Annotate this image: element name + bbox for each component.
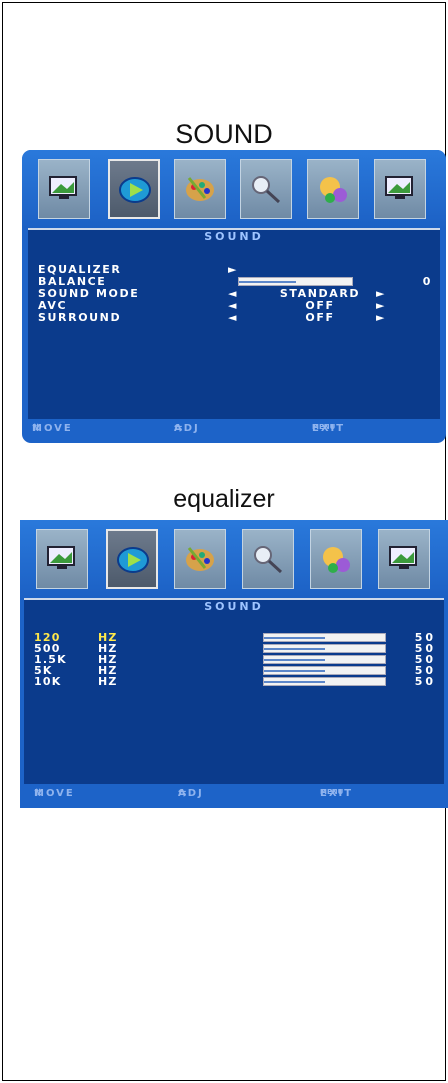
magnifier-icon[interactable] <box>240 159 292 219</box>
band-fill <box>264 648 325 650</box>
band-fill <box>264 670 325 672</box>
sound-panel: SOUND EQUALIZER ► BALANCE 0 SOUND MODE ◄… <box>28 228 440 419</box>
balance-fill <box>239 281 296 283</box>
balance-value: 0 <box>422 275 432 288</box>
palette-icon[interactable] <box>174 529 226 589</box>
sound-osd-screen: SOUND EQUALIZER ► BALANCE 0 SOUND MODE ◄… <box>22 150 446 443</box>
adj-label: ADJ <box>178 788 204 799</box>
equalizer-panel: SOUND 120 HZ 50 500 HZ 50 1.5K HZ 50 5K … <box>24 598 444 784</box>
exit-label: EXIT <box>320 788 354 799</box>
palette-icon[interactable] <box>174 159 226 219</box>
user-settings-icon[interactable] <box>307 159 359 219</box>
magnifier-icon[interactable] <box>242 529 294 589</box>
equalizer-osd-screen: SOUND 120 HZ 50 500 HZ 50 1.5K HZ 50 5K … <box>20 520 448 808</box>
eq-band-row[interactable]: 1.5K HZ 50 <box>34 654 444 665</box>
band-slider[interactable] <box>263 677 386 686</box>
band-unit: HZ <box>98 675 118 688</box>
picture-icon[interactable] <box>36 529 88 589</box>
equalizer-caption: equalizer <box>173 485 275 513</box>
band-slider[interactable] <box>263 644 386 653</box>
row-label: SURROUND <box>38 311 122 324</box>
band-fill <box>264 637 325 639</box>
exit-label: EXIT <box>312 423 346 434</box>
enter-arrow[interactable]: ► <box>228 264 238 276</box>
band-slider[interactable] <box>263 633 386 642</box>
move-label: MOVE <box>34 788 75 799</box>
adj-label: ADJ <box>174 423 200 434</box>
sound-icon[interactable] <box>108 159 160 219</box>
osd-footer: ⇅ MOVE ⇆ ADJ MENU EXIT <box>20 788 448 804</box>
picture-icon[interactable] <box>38 159 90 219</box>
move-label: MOVE <box>32 423 73 434</box>
monitor-icon[interactable] <box>374 159 426 219</box>
eq-band-row[interactable]: 10K HZ 50 <box>34 676 444 687</box>
band-slider[interactable] <box>263 666 386 675</box>
user-settings-icon[interactable] <box>310 529 362 589</box>
balance-slider[interactable] <box>238 277 353 286</box>
panel-header: SOUND <box>204 230 264 243</box>
sound-caption: SOUND <box>175 119 273 149</box>
surround-value: OFF <box>305 311 335 324</box>
eq-band-row[interactable]: 5K HZ 50 <box>34 665 444 676</box>
menu-icon-row <box>22 150 446 230</box>
band-value: 50 <box>414 675 436 688</box>
panel-header: SOUND <box>204 600 264 613</box>
band-fill <box>264 681 325 683</box>
right-arrow[interactable]: ► <box>376 312 386 324</box>
monitor-icon[interactable] <box>378 529 430 589</box>
band-frequency: 10K <box>34 675 62 688</box>
eq-band-row[interactable]: 120 HZ 50 <box>34 632 444 643</box>
osd-footer: ⇅ MOVE ⇆ ADJ MENU EXIT <box>22 423 446 439</box>
menu-icon-row <box>20 520 448 600</box>
eq-band-row[interactable]: 500 HZ 50 <box>34 643 444 654</box>
band-slider[interactable] <box>263 655 386 664</box>
surround-row[interactable]: SURROUND ◄ OFF ► <box>38 312 440 324</box>
sound-icon[interactable] <box>106 529 158 589</box>
left-arrow[interactable]: ◄ <box>228 312 238 324</box>
band-fill <box>264 659 325 661</box>
